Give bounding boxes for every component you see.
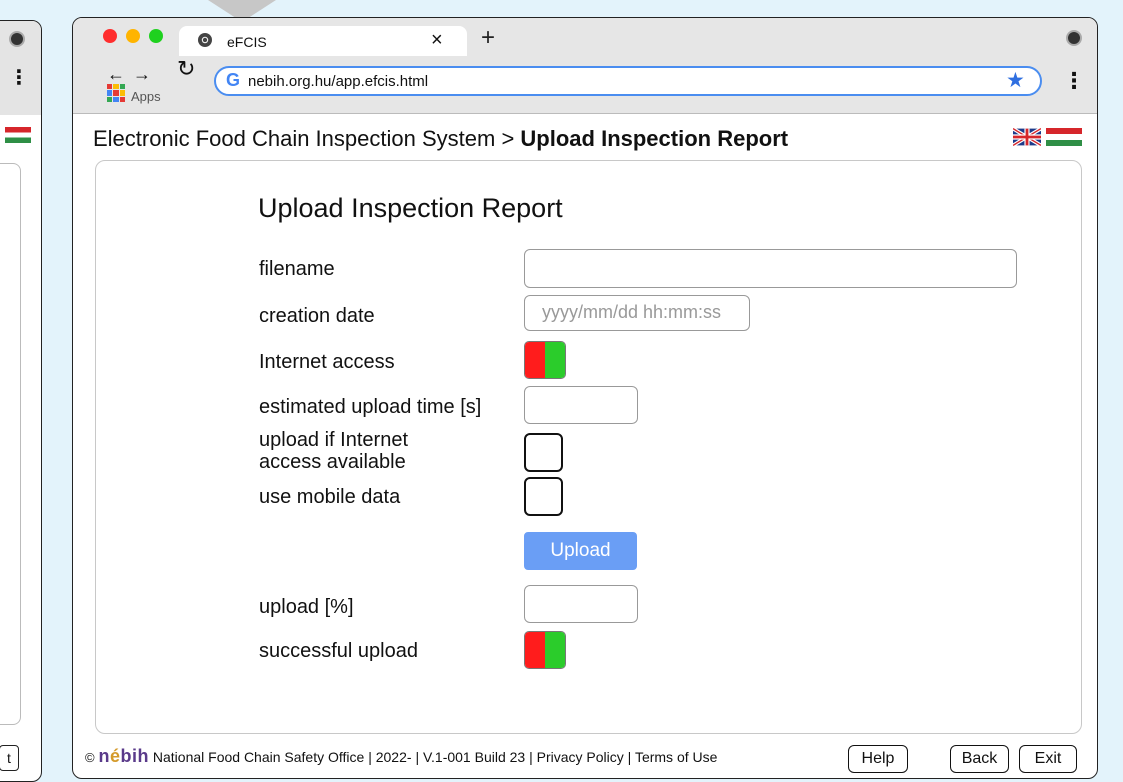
footer: © nébih National Food Chain Safety Offic… (85, 746, 717, 767)
upload-if-available-checkbox[interactable] (524, 433, 563, 472)
form-panel (95, 160, 1082, 734)
browser-toolbar: eFCIS × + ← → ↻ Apps G nebih.org.hu/app.… (73, 18, 1097, 114)
nebih-logo: nébih (98, 746, 149, 766)
uk-flag-icon[interactable] (1013, 128, 1041, 146)
upload-percent-label: upload [%] (259, 596, 354, 618)
tab-close-icon[interactable]: × (431, 29, 443, 52)
filename-label: filename (259, 258, 335, 280)
footer-year: 2022- (375, 749, 412, 765)
close-window-button[interactable] (103, 29, 117, 43)
mobile-data-label: use mobile data (259, 486, 401, 508)
url-text[interactable]: nebih.org.hu/app.efcis.html (248, 73, 428, 90)
mobile-data-checkbox[interactable] (524, 477, 563, 516)
upload-percent-field (524, 585, 638, 623)
reload-icon[interactable]: ↻ (177, 56, 195, 82)
terms-of-use-link[interactable]: Terms of Use (635, 749, 717, 765)
profile-icon[interactable] (1066, 30, 1082, 46)
creation-date-placeholder: yyyy/mm/dd hh:mm:ss (542, 302, 722, 322)
background-profile-icon (9, 31, 25, 47)
chrome-icon (198, 33, 212, 47)
breadcrumb-root[interactable]: Electronic Food Chain Inspection System (93, 126, 495, 151)
copyright-symbol: © (85, 750, 95, 765)
estimated-upload-time-field (524, 386, 638, 424)
footer-separator: | (415, 749, 420, 765)
upload-if-available-label-line-2: access available (259, 451, 406, 473)
footer-separator: | (627, 749, 632, 765)
form-title: Upload Inspection Report (258, 193, 563, 223)
indicator-red (525, 342, 545, 378)
maximize-window-button[interactable] (149, 29, 163, 43)
footer-version: V.1-001 Build 23 (422, 749, 526, 765)
creation-date-input[interactable]: yyyy/mm/dd hh:mm:ss (524, 295, 750, 331)
upload-if-available-label-line-1: upload if Internet (259, 429, 408, 451)
creation-date-label: creation date (259, 305, 375, 327)
minimize-window-button[interactable] (126, 29, 140, 43)
background-menu-icon: ⋮ (9, 67, 29, 89)
exit-button[interactable]: Exit (1019, 745, 1077, 773)
logo-part-a: n (98, 746, 110, 766)
filename-input[interactable] (524, 249, 1017, 288)
indicator-green (545, 632, 565, 668)
help-button[interactable]: Help (848, 745, 908, 773)
background-content-panel (0, 163, 21, 725)
upload-button[interactable]: Upload (524, 532, 637, 570)
successful-upload-label: successful upload (259, 640, 418, 662)
back-arrow-icon[interactable]: ← (107, 64, 125, 85)
privacy-policy-link[interactable]: Privacy Policy (537, 749, 624, 765)
background-window: ⋮ t (0, 20, 42, 782)
google-icon: G (226, 70, 241, 90)
apps-label[interactable]: Apps (131, 89, 161, 104)
forward-arrow-icon[interactable]: → (133, 64, 151, 85)
background-hu-flag-icon (5, 127, 31, 143)
logo-part-b: é (109, 746, 121, 766)
hu-flag-icon[interactable] (1046, 128, 1082, 146)
bookmark-star-icon[interactable]: ★ (1006, 68, 1025, 93)
internet-access-indicator (524, 341, 566, 379)
browser-tab[interactable]: eFCIS × (179, 26, 467, 56)
indicator-red (525, 632, 545, 668)
org-name: National Food Chain Safety Office (152, 749, 365, 765)
breadcrumb-current: Upload Inspection Report (520, 126, 789, 151)
browser-menu-icon[interactable]: ⋮ (1063, 68, 1085, 94)
indicator-green (545, 342, 565, 378)
breadcrumb-separator: > (501, 126, 515, 151)
estimated-upload-time-label: estimated upload time [s] (259, 396, 482, 418)
footer-separator: | (368, 749, 372, 765)
footer-separator: | (529, 749, 533, 765)
successful-upload-indicator (524, 631, 566, 669)
back-button[interactable]: Back (950, 745, 1009, 773)
address-bar[interactable]: G nebih.org.hu/app.efcis.html ★ (214, 66, 1042, 96)
tab-title: eFCIS (227, 34, 267, 50)
breadcrumb: Electronic Food Chain Inspection System … (93, 126, 788, 152)
upload-if-available-label: upload if Internet access available (259, 429, 408, 473)
new-tab-icon[interactable]: + (481, 24, 495, 52)
internet-access-label: Internet access (259, 351, 395, 373)
logo-part-c: bih (120, 746, 149, 766)
apps-grid-icon[interactable] (107, 84, 125, 102)
background-exit-button[interactable]: t (0, 745, 19, 771)
browser-window: eFCIS × + ← → ↻ Apps G nebih.org.hu/app.… (72, 17, 1098, 779)
